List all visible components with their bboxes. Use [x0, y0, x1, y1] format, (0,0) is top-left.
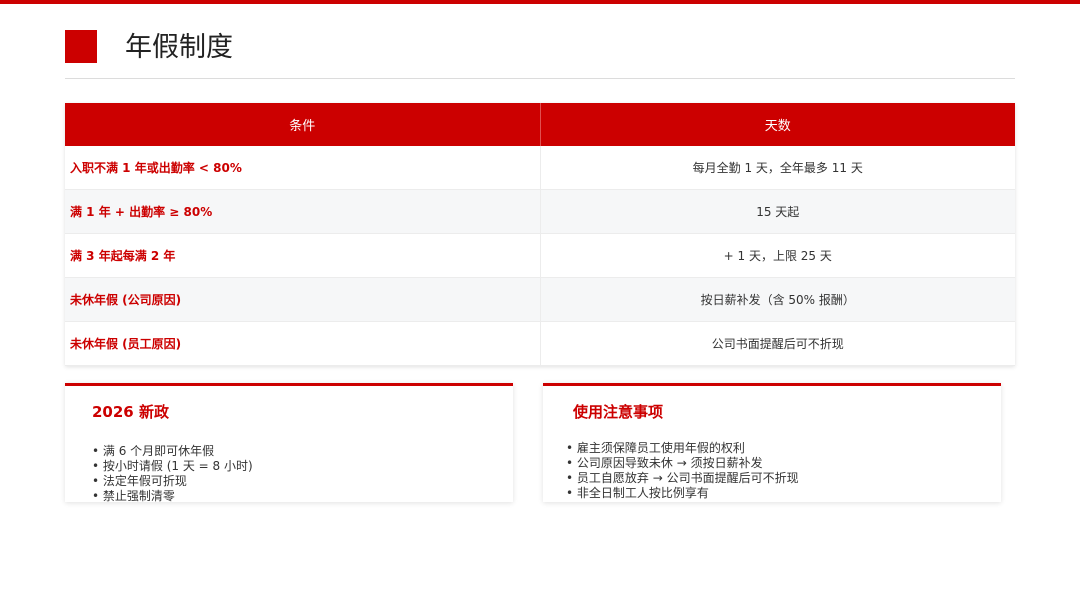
- list-item: 按小时请假 (1 天 = 8 小时): [92, 459, 253, 474]
- condition-cell: 未休年假 (公司原因): [65, 277, 541, 322]
- column-header-condition: 条件: [65, 103, 541, 146]
- days-cell: 按日薪补发（含 50% 报酬）: [540, 277, 1015, 322]
- table-row: 未休年假 (员工原因) 公司书面提醒后可不折现: [65, 321, 1015, 366]
- new-policy-card: 2026 新政 满 6 个月即可休年假 按小时请假 (1 天 = 8 小时) 法…: [65, 383, 513, 504]
- condition-cell: 入职不满 1 年或出勤率 < 80%: [65, 146, 541, 190]
- table-row: 未休年假 (公司原因) 按日薪补发（含 50% 报酬）: [65, 277, 1015, 322]
- usage-notes-title: 使用注意事项: [573, 403, 664, 421]
- days-cell: 每月全勤 1 天，全年最多 11 天: [540, 146, 1015, 190]
- list-item: 员工自愿放弃 → 公司书面提醒后可不折现: [566, 471, 799, 486]
- title-accent-square: [65, 30, 97, 63]
- column-header-days: 天数: [540, 103, 1015, 146]
- new-policy-list: 满 6 个月即可休年假 按小时请假 (1 天 = 8 小时) 法定年假可折现 禁…: [92, 444, 253, 504]
- usage-notes-card: 使用注意事项 雇主须保障员工使用年假的权利 公司原因导致未休 → 须按日薪补发 …: [543, 383, 1001, 502]
- days-cell: 15 天起: [540, 189, 1015, 234]
- usage-notes-list: 雇主须保障员工使用年假的权利 公司原因导致未休 → 须按日薪补发 员工自愿放弃 …: [566, 441, 799, 501]
- days-cell: + 1 天，上限 25 天: [540, 233, 1015, 278]
- list-item: 禁止强制清零: [92, 489, 253, 504]
- table-row: 满 1 年 + 出勤率 ≥ 80% 15 天起: [65, 189, 1015, 234]
- list-item: 公司原因导致未休 → 须按日薪补发: [566, 456, 799, 471]
- table-row: 入职不满 1 年或出勤率 < 80% 每月全勤 1 天，全年最多 11 天: [65, 146, 1015, 190]
- table-header-row: 条件 天数: [65, 103, 1015, 146]
- page-title: 年假制度: [125, 32, 233, 63]
- condition-cell: 满 3 年起每满 2 年: [65, 233, 541, 278]
- list-item: 法定年假可折现: [92, 474, 253, 489]
- annual-leave-table: 条件 天数 入职不满 1 年或出勤率 < 80% 每月全勤 1 天，全年最多 1…: [65, 103, 1015, 366]
- condition-cell: 满 1 年 + 出勤率 ≥ 80%: [65, 189, 541, 234]
- list-item: 非全日制工人按比例享有: [566, 486, 799, 501]
- table-row: 满 3 年起每满 2 年 + 1 天，上限 25 天: [65, 233, 1015, 278]
- top-accent-bar: [0, 0, 1080, 4]
- list-item: 雇主须保障员工使用年假的权利: [566, 441, 799, 456]
- list-item: 满 6 个月即可休年假: [92, 444, 253, 459]
- condition-cell: 未休年假 (员工原因): [65, 321, 541, 366]
- days-cell: 公司书面提醒后可不折现: [540, 321, 1015, 366]
- new-policy-title: 2026 新政: [92, 403, 169, 421]
- title-divider: [65, 78, 1015, 79]
